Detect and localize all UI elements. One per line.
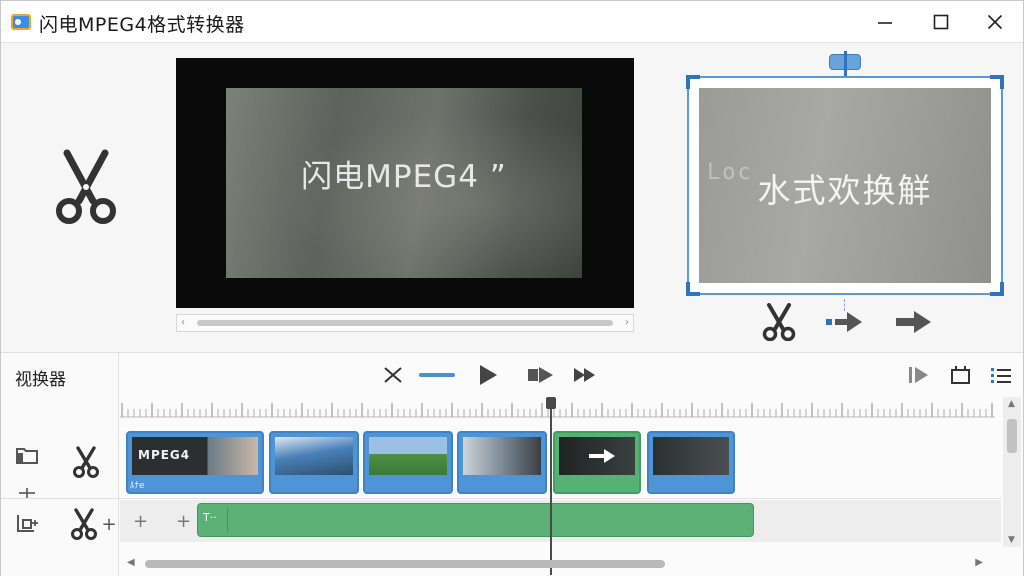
- scroll-up-icon[interactable]: ▲: [1008, 399, 1015, 409]
- timeline-clip[interactable]: [647, 431, 735, 494]
- close-icon: [987, 14, 1003, 30]
- clip-thumbnail: [463, 437, 541, 475]
- timeline-h-scrollbar[interactable]: ◀ ▶: [125, 557, 985, 571]
- convert-arrow-icon: [826, 312, 862, 332]
- trim-button[interactable]: [381, 361, 405, 389]
- next-button[interactable]: [893, 302, 935, 342]
- v-scroll-thumb[interactable]: [1007, 419, 1017, 453]
- timeline-left-column: 视换器 +: [1, 353, 119, 576]
- clip-thumbnail-text: MPEG4: [138, 448, 191, 462]
- plus-icon[interactable]: +: [176, 511, 191, 532]
- skip-end-button[interactable]: [905, 361, 933, 389]
- arrow-right-icon: [589, 449, 615, 463]
- crop-corner-handle[interactable]: [686, 282, 700, 296]
- scroll-down-icon[interactable]: ▼: [1008, 535, 1015, 545]
- audio-track-head: T··: [200, 507, 228, 533]
- play-button[interactable]: [475, 361, 501, 389]
- player-scrollbar[interactable]: ‹ ›: [176, 314, 634, 332]
- app-logo-icon: [11, 14, 31, 30]
- clip-footer-text: ﾙﾅe: [130, 481, 145, 491]
- crop-frame: Loc 水式欢换觧: [699, 88, 991, 283]
- timeline-clip[interactable]: [363, 431, 453, 494]
- clip-thumbnail: [559, 437, 635, 475]
- crop-preview-box[interactable]: Loc 水式欢换觧: [686, 75, 1004, 296]
- step-forward-button[interactable]: [525, 361, 557, 389]
- cut-button[interactable]: [759, 302, 799, 342]
- timeline-panel: 视换器 + MPEG4 ﾙﾅe + + T·· ◀ ▶ ▲ ▼: [1, 352, 1023, 576]
- scroll-right-icon[interactable]: ›: [625, 317, 629, 328]
- playhead-line: [550, 407, 552, 575]
- clip-thumbnail: [653, 437, 729, 475]
- crop-corner-handle[interactable]: [990, 282, 1004, 296]
- timeline-clip[interactable]: [269, 431, 359, 494]
- scissors-icon[interactable]: [53, 149, 119, 225]
- convert-button[interactable]: [823, 302, 867, 342]
- list-button[interactable]: [987, 361, 1015, 389]
- scissors-icon: [71, 508, 98, 540]
- audio-track-clip[interactable]: T··: [197, 503, 754, 537]
- play-icon: [480, 365, 497, 385]
- video-frame: 闪电MPEG4 ”: [226, 88, 582, 278]
- snapshot-icon: [951, 366, 970, 384]
- add-track-icon[interactable]: [13, 511, 43, 535]
- scissors-icon: [762, 303, 796, 341]
- scroll-right-icon[interactable]: ▶: [975, 557, 983, 568]
- maximize-button[interactable]: [913, 1, 969, 43]
- timeline-label: 视换器: [15, 370, 66, 390]
- trim-icon: [384, 367, 402, 383]
- clip-thumbnail: MPEG4: [132, 437, 258, 475]
- skip-end-icon: [909, 367, 928, 383]
- folder-icon[interactable]: [13, 443, 41, 467]
- preview-toolbar: [759, 302, 939, 342]
- app-window: 闪电MPEG4格式转换器 闪电MPEG4 ” ‹ › Loc 水式欢换觧 视换器…: [0, 0, 1024, 576]
- list-icon: [991, 368, 1011, 383]
- player-caption: 闪电MPEG4 ”: [301, 159, 507, 195]
- plus-icon: +: [101, 513, 117, 535]
- maximize-icon: [933, 14, 949, 30]
- scroll-left-icon[interactable]: ‹: [181, 317, 185, 328]
- crop-top-handle[interactable]: [829, 51, 861, 77]
- close-button[interactable]: [967, 1, 1023, 43]
- scroll-left-icon[interactable]: ◀: [127, 557, 135, 568]
- clip-thumbnail: [275, 437, 353, 475]
- fast-forward-icon: [574, 368, 595, 382]
- snapshot-button[interactable]: [947, 361, 975, 389]
- fast-forward-button[interactable]: [571, 361, 599, 389]
- scissors-icon[interactable]: [69, 445, 103, 479]
- preview-area: 闪电MPEG4 ” ‹ › Loc 水式欢换觧: [1, 44, 1023, 352]
- next-arrow-icon: [896, 311, 931, 333]
- clip-thumbnail: [369, 437, 447, 475]
- track-divider: [1, 498, 1001, 499]
- h-scroll-thumb[interactable]: [145, 560, 665, 568]
- timeline-ruler[interactable]: [120, 397, 995, 419]
- split-icon[interactable]: [13, 483, 41, 503]
- crop-corner-handle[interactable]: [990, 75, 1004, 89]
- timeline-v-scrollbar[interactable]: ▲ ▼: [1003, 397, 1021, 547]
- line-icon: [419, 373, 455, 377]
- crop-corner-handle[interactable]: [686, 75, 700, 89]
- crop-caption: 水式欢换觧: [757, 171, 933, 210]
- minimize-icon: [878, 22, 892, 24]
- timeline-clip[interactable]: [457, 431, 547, 494]
- player-scroll-thumb[interactable]: [197, 320, 613, 326]
- window-title: 闪电MPEG4格式转换器: [39, 14, 245, 36]
- timeline-clip[interactable]: [553, 431, 641, 494]
- timeline-clip[interactable]: MPEG4 ﾙﾅe: [126, 431, 264, 494]
- minimize-button[interactable]: [857, 1, 913, 43]
- step-forward-icon: [528, 367, 553, 383]
- plus-icon[interactable]: +: [133, 511, 148, 532]
- scissors-add-button[interactable]: +: [69, 507, 117, 541]
- line-button[interactable]: [419, 361, 455, 389]
- video-player[interactable]: 闪电MPEG4 ”: [176, 58, 634, 308]
- title-bar: 闪电MPEG4格式转换器: [1, 1, 1023, 43]
